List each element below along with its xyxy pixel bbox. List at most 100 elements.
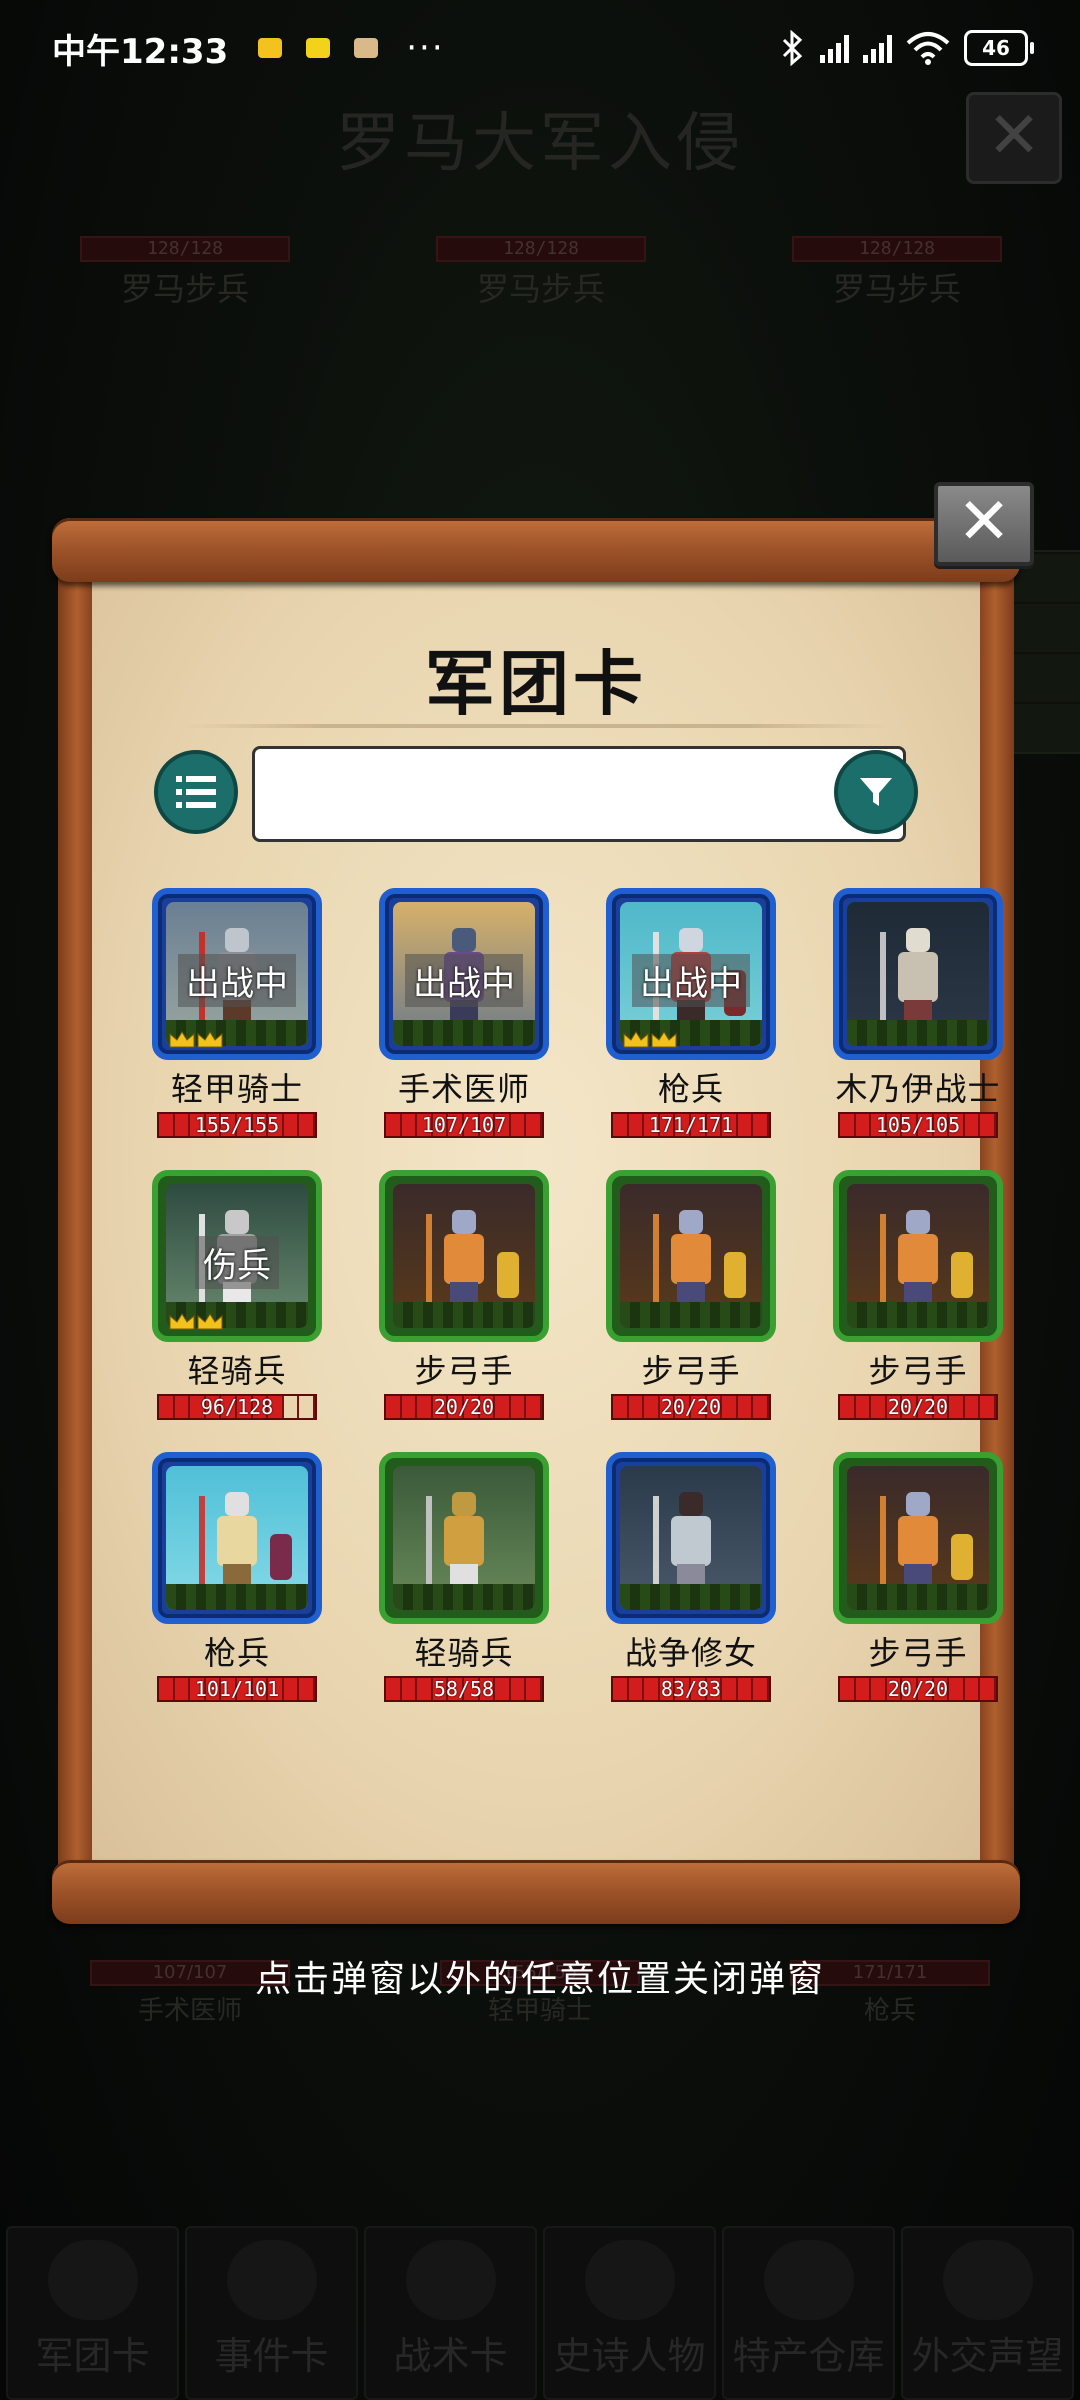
hp-bar: 20/20 [611,1394,771,1420]
hp-value: 101/101 [194,1677,280,1701]
unit-portrait [393,1466,535,1610]
unit-portrait [847,1466,989,1610]
bluetooth-icon [782,30,803,66]
card-frame [833,1170,1003,1342]
legion-card[interactable]: 步弓手 20/20 [379,1170,549,1420]
parchment: 军团卡 出战中轻甲骑士 155/155 出战中手术医师 107/107 出战中枪兵 171… [92,566,1003,1876]
title-divider [182,724,890,728]
card-frame: 伤兵 [152,1170,322,1342]
hp-value: 83/83 [660,1677,722,1701]
status-badge: 伤兵 [195,1236,279,1289]
hp-value: 96/128 [200,1395,274,1419]
hp-bar: 101/101 [157,1676,317,1702]
unit-name: 枪兵 [657,1070,724,1108]
card-frame [379,1452,549,1624]
filter-icon [860,778,892,806]
legion-card[interactable]: 步弓手 20/20 [833,1452,1003,1702]
hp-bar: 96/128 [157,1394,317,1420]
unit-name: 战争修女 [624,1634,757,1672]
crown-icon [168,1312,226,1330]
list-view-button[interactable] [154,750,238,834]
battery-icon: 46 [964,30,1034,66]
card-frame: 出战中 [379,888,549,1060]
unit-name: 木乃伊战士 [835,1070,1001,1108]
status-time: 中午12:33 [52,31,229,72]
unit-name: 步弓手 [868,1352,968,1390]
unit-portrait [620,1184,762,1328]
hp-value: 107/107 [421,1113,507,1137]
status-badge: 出战中 [632,954,750,1007]
unit-name: 轻骑兵 [187,1352,287,1390]
unit-name: 枪兵 [203,1634,270,1672]
hp-bar: 20/20 [838,1676,998,1702]
hp-bar: 83/83 [611,1676,771,1702]
legion-card[interactable]: 伤兵轻骑兵 96/128 [152,1170,322,1420]
scroll-roll-top [52,518,1020,582]
app-notification-icon [306,38,331,58]
hp-value: 105/105 [875,1113,961,1137]
hp-bar: 20/20 [838,1394,998,1420]
page-title: 军团卡 [425,643,647,725]
legion-card[interactable]: 步弓手 20/20 [606,1170,776,1420]
crown-icon [168,1030,226,1048]
legion-card[interactable]: 木乃伊战士 105/105 [833,888,1003,1138]
signal-icon [820,33,849,63]
hp-bar: 107/107 [384,1112,544,1138]
card-frame: 出战中 [606,888,776,1060]
unit-portrait [166,1466,308,1610]
scroll-edge [58,558,96,1884]
hp-value: 155/155 [194,1113,280,1137]
crown-icon [622,1030,680,1048]
list-icon [176,776,216,808]
legion-card-popup: 军团卡 出战中轻甲骑士 155/155 出战中手术医师 107/107 出战中枪兵 171… [52,482,1034,1924]
status-badge: 出战中 [405,954,523,1007]
hp-value: 20/20 [660,1395,722,1419]
unit-name: 轻骑兵 [414,1634,514,1672]
hp-value: 20/20 [887,1677,949,1701]
filter-button[interactable] [834,750,918,834]
wifi-icon [906,32,950,65]
hp-value: 20/20 [433,1395,495,1419]
unit-portrait [847,902,989,1046]
legion-card[interactable]: 出战中手术医师 107/107 [379,888,549,1138]
mail-notification-icon [258,38,283,58]
legion-card[interactable]: 枪兵 101/101 [152,1452,322,1702]
close-button[interactable]: ✕ [934,482,1034,566]
file-notification-icon [354,38,379,58]
scroll-roll-bottom [52,1860,1020,1924]
hp-value: 171/171 [648,1113,734,1137]
unit-name: 手术医师 [397,1070,530,1108]
hp-value: 20/20 [887,1395,949,1419]
legion-card[interactable]: 轻骑兵 58/58 [379,1452,549,1702]
unit-name: 轻甲骑士 [170,1070,303,1108]
card-frame [606,1452,776,1624]
card-grid: 出战中轻甲骑士 155/155 出战中手术医师 107/107 出战中枪兵 171/171… [152,888,1003,1702]
status-badge: 出战中 [178,954,296,1007]
close-hint: 点击弹窗以外的任意位置关闭弹窗 [254,1959,825,2000]
card-frame [833,1452,1003,1624]
legion-card[interactable]: 出战中枪兵 171/171 [606,888,776,1138]
legion-card[interactable]: 步弓手 20/20 [833,1170,1003,1420]
card-frame [833,888,1003,1060]
status-bar: 中午12:33 ··· 46 [0,0,1080,96]
unit-portrait [620,1466,762,1610]
hp-bar: 105/105 [838,1112,998,1138]
unit-portrait [393,1184,535,1328]
signal-icon [863,33,892,63]
legion-card[interactable]: 战争修女 83/83 [606,1452,776,1702]
unit-name: 步弓手 [414,1352,514,1390]
unit-name: 步弓手 [868,1634,968,1672]
card-frame [152,1452,322,1624]
hp-bar: 171/171 [611,1112,771,1138]
card-frame [606,1170,776,1342]
search-input[interactable] [252,746,906,842]
card-frame [379,1170,549,1342]
more-notifications-icon: ··· [406,28,445,68]
hp-bar: 58/58 [384,1676,544,1702]
hp-bar: 20/20 [384,1394,544,1420]
unit-portrait [847,1184,989,1328]
close-icon: ✕ [957,485,1011,559]
legion-card[interactable]: 出战中轻甲骑士 155/155 [152,888,322,1138]
unit-name: 步弓手 [641,1352,741,1390]
card-frame: 出战中 [152,888,322,1060]
